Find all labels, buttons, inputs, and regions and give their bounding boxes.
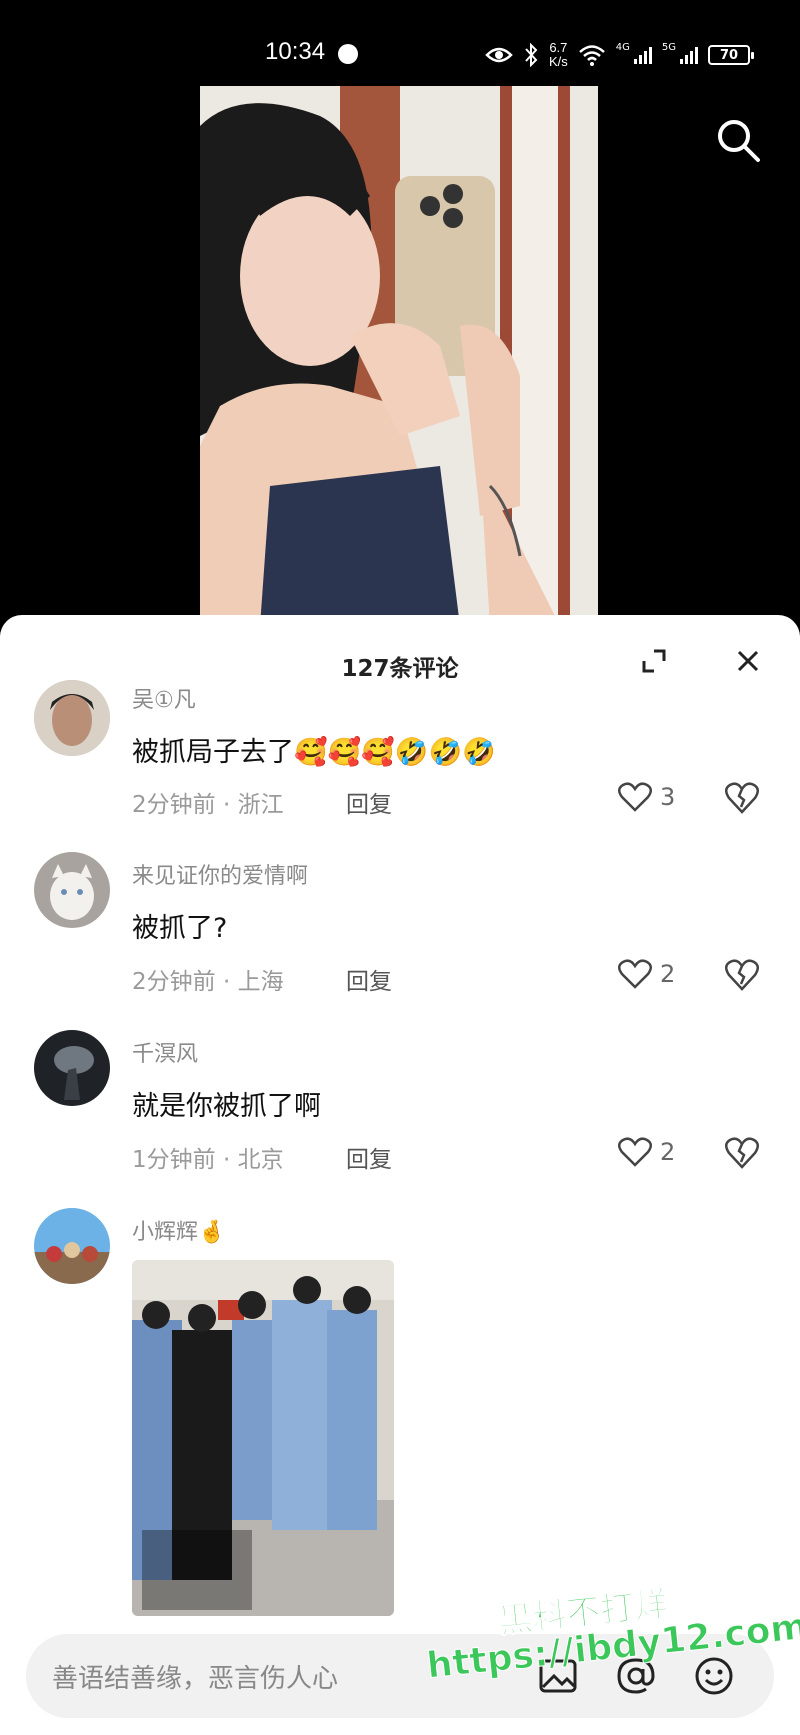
eye-icon [485, 47, 513, 63]
like-count: 2 [660, 960, 676, 988]
reply-button[interactable]: 回复 [346, 785, 392, 819]
status-icons: 6.7 K/s 4G 5G 70 [485, 40, 754, 70]
comment-username[interactable]: 来见证你的爱情啊 [132, 858, 308, 890]
reply-button[interactable]: 回复 [346, 962, 392, 996]
video-player[interactable] [0, 86, 800, 626]
comment-meta: 1分钟前 · 北京 [132, 1147, 284, 1173]
comment-text: 被抓了? [132, 913, 228, 944]
signal-icon-1 [633, 46, 652, 64]
comment-count-title: 127条评论 [341, 656, 459, 682]
avatar[interactable] [34, 1030, 110, 1106]
comment-meta: 2分钟前 · 浙江 [132, 792, 284, 818]
comment-image[interactable] [132, 1260, 394, 1616]
mirror-selfie-image [200, 86, 598, 626]
comment-sheet: 127条评论 [0, 615, 800, 1735]
network-type-1: 4G [615, 42, 630, 53]
comment-meta: 2分钟前 · 上海 [132, 969, 284, 995]
reply-button[interactable]: 回复 [346, 1140, 392, 1174]
notification-icon [338, 44, 358, 64]
close-icon[interactable] [734, 647, 762, 675]
status-time: 10:34 [265, 38, 326, 65]
heart-icon [618, 959, 652, 989]
broken-heart-icon[interactable] [724, 1136, 760, 1170]
avatar[interactable] [34, 680, 110, 756]
expand-icon[interactable] [640, 647, 668, 675]
like-button[interactable]: 2 [618, 959, 675, 989]
wifi-icon [578, 45, 605, 66]
comment-input[interactable]: 善语结善缘，恶言伤人心 [52, 1658, 338, 1695]
comment-username[interactable]: 吴①凡 [132, 682, 196, 714]
video-thumbnail [200, 86, 598, 626]
network-speed: 6.7 K/s [548, 40, 568, 69]
like-button[interactable]: 2 [618, 1137, 675, 1167]
network-type-2: 5G [661, 42, 676, 53]
emoji-text: 🤞 [198, 1220, 226, 1245]
signal-icon-2 [680, 46, 698, 64]
emoji-icon[interactable] [692, 1654, 736, 1698]
battery-icon: 70 [708, 45, 754, 65]
broken-heart-icon[interactable] [724, 781, 760, 815]
bluetooth-icon [525, 43, 538, 67]
search-icon[interactable] [714, 116, 762, 164]
like-count: 3 [660, 783, 676, 811]
comment-text: 被抓局子去了🥰🥰🥰🤣🤣🤣 [132, 737, 496, 768]
emoji-text: 🥰🥰🥰🤣🤣🤣 [294, 737, 496, 768]
like-count: 2 [660, 1138, 676, 1166]
heart-icon [618, 1137, 652, 1167]
comment-username[interactable]: 小辉辉🤞 [132, 1214, 225, 1246]
avatar[interactable] [34, 852, 110, 928]
like-button[interactable]: 3 [618, 782, 675, 812]
comment-username[interactable]: 千溟风 [132, 1036, 198, 1068]
heart-icon [618, 782, 652, 812]
comment-text: 就是你被抓了啊 [132, 1091, 321, 1122]
broken-heart-icon[interactable] [724, 958, 760, 992]
avatar[interactable] [34, 1208, 110, 1284]
status-bar: 10:34 6.7 K/s 4G 5G 70 [0, 0, 800, 86]
